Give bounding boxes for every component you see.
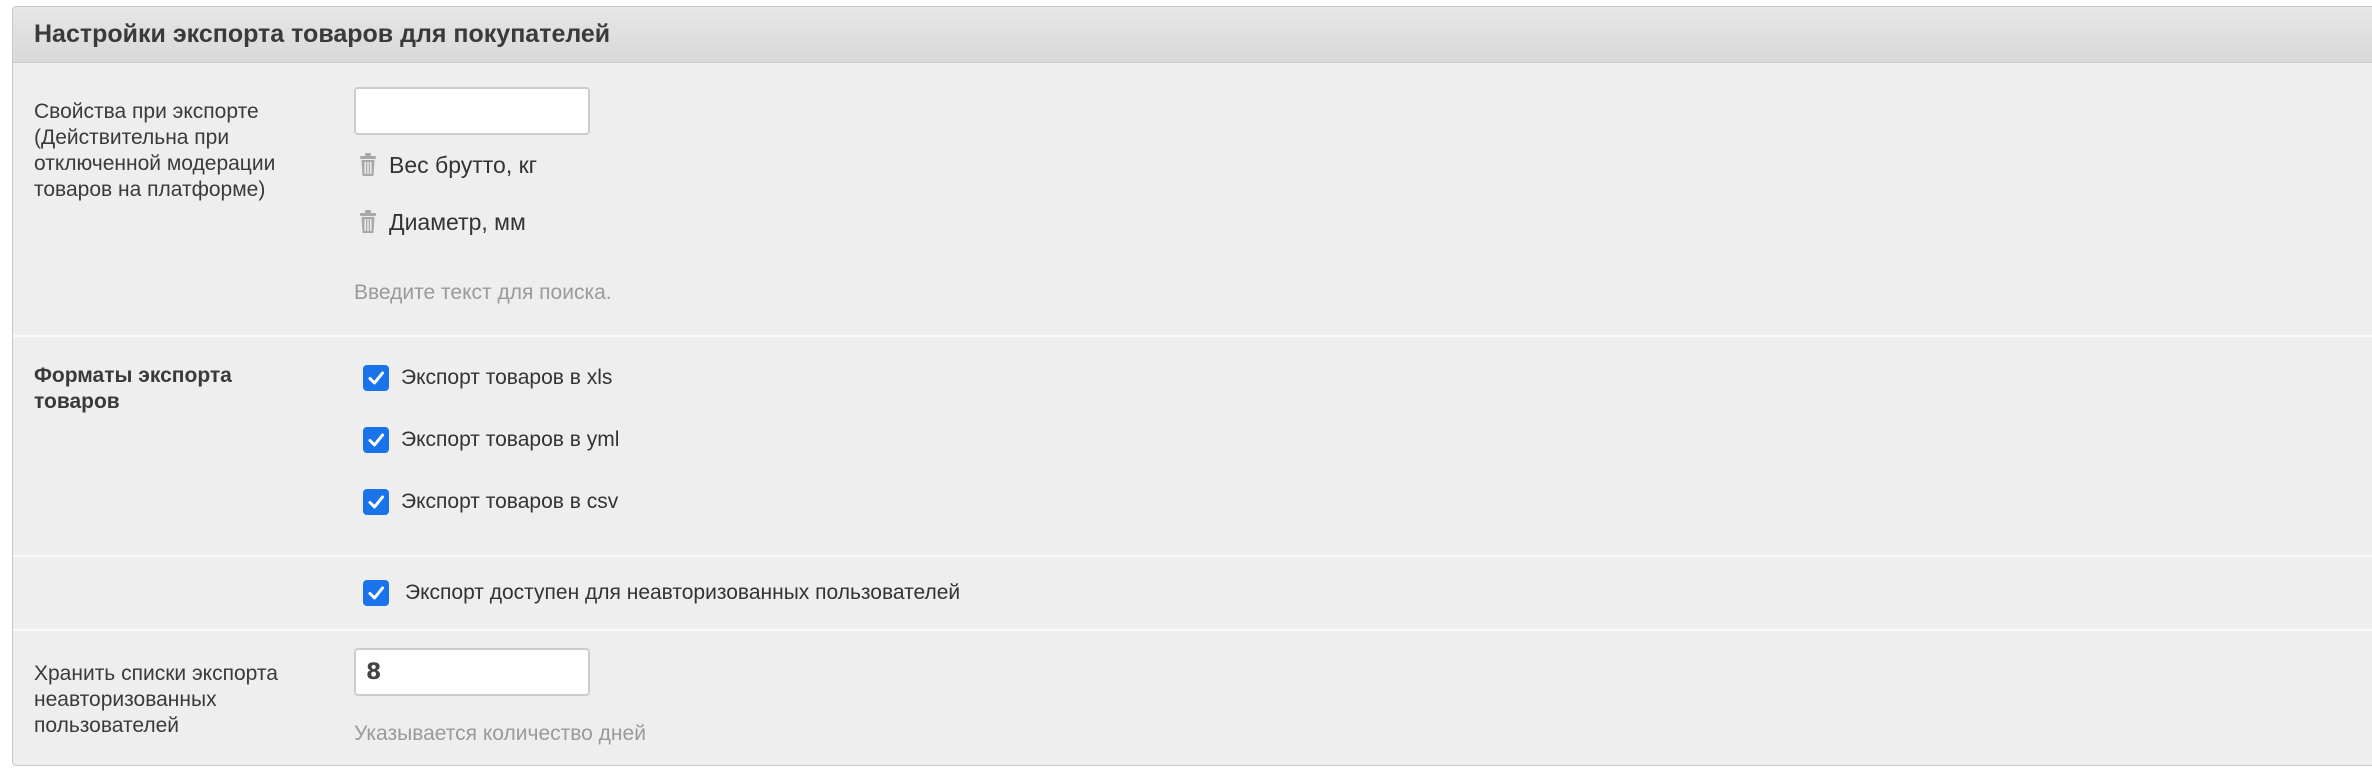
checkbox-checked[interactable] — [363, 489, 389, 515]
checkmark-icon — [368, 586, 384, 600]
property-item: Вес брутто, кг — [359, 150, 537, 180]
format-option-csv[interactable]: Экспорт товаров в csv — [363, 487, 618, 517]
format-option-yml[interactable]: Экспорт товаров в yml — [363, 425, 619, 455]
property-label: Диаметр, мм — [389, 208, 526, 235]
properties-search-input[interactable] — [354, 87, 590, 135]
retention-days-input[interactable] — [354, 648, 590, 696]
format-option-label: Экспорт товаров в csv — [401, 490, 619, 513]
checkbox-checked[interactable] — [363, 365, 389, 391]
format-option-xls[interactable]: Экспорт товаров в xls — [363, 363, 612, 393]
retention-label: Хранить списки экспорта неавторизованных… — [34, 662, 278, 737]
property-item: Диаметр, мм — [359, 207, 526, 237]
format-option-label: Экспорт товаров в yml — [401, 428, 620, 451]
properties-label: Свойства при экспорте (Действительна при… — [34, 100, 276, 201]
retention-hint: Указывается количество дней — [354, 722, 646, 745]
format-option-label: Экспорт товаров в xls — [401, 366, 613, 389]
unauthorized-export-option[interactable]: Экспорт доступен для неавторизованных по… — [363, 578, 960, 608]
checkmark-icon — [368, 371, 384, 385]
checkbox-checked[interactable] — [363, 427, 389, 453]
checkmark-icon — [368, 495, 384, 509]
export-settings-panel: Настройки экспорта товаров для покупател… — [12, 6, 2372, 766]
unauthorized-row: Экспорт доступен для неавторизованных по… — [13, 557, 2372, 631]
retention-row: Хранить списки экспорта неавторизованных… — [13, 631, 2372, 765]
formats-label: Форматы экспорта товаров — [34, 364, 232, 413]
property-label: Вес брутто, кг — [389, 151, 538, 178]
trash-icon[interactable] — [359, 210, 377, 234]
formats-row: Форматы экспорта товаров Экспорт товаров… — [13, 337, 2372, 557]
panel-title: Настройки экспорта товаров для покупател… — [13, 7, 2372, 63]
properties-row: Свойства при экспорте (Действительна при… — [13, 63, 2372, 337]
unauthorized-export-label: Экспорт доступен для неавторизованных по… — [405, 581, 961, 604]
properties-search-hint: Введите текст для поиска. — [354, 281, 612, 304]
checkbox-checked[interactable] — [363, 580, 389, 606]
checkmark-icon — [368, 433, 384, 447]
trash-icon[interactable] — [359, 153, 377, 177]
